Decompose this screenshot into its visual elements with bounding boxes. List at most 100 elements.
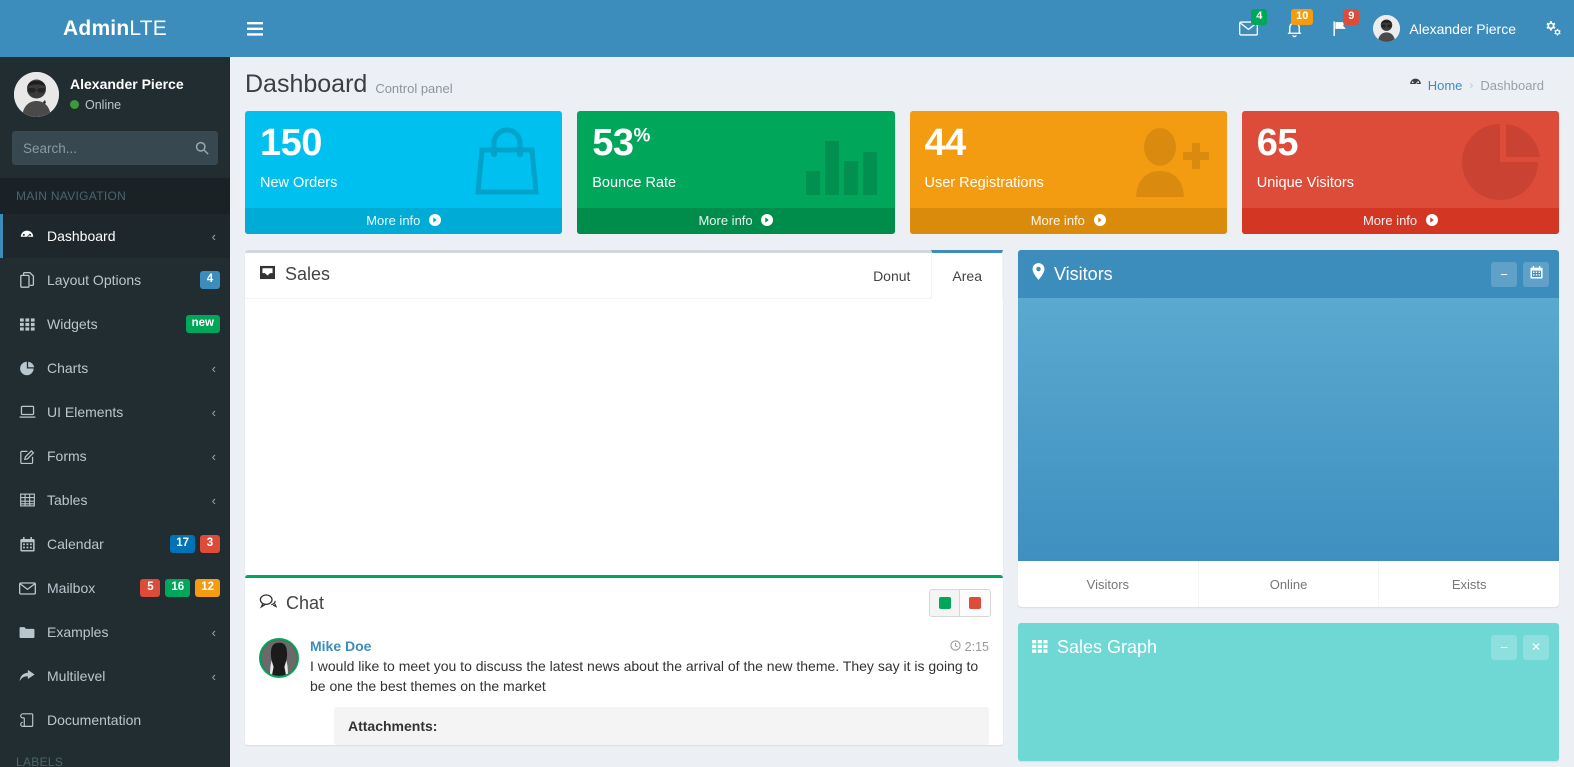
collapse-button[interactable]: −	[1491, 634, 1517, 660]
sidebar-item-widgets[interactable]: Widgets new	[0, 302, 230, 346]
sidebar-search	[0, 131, 230, 178]
close-button[interactable]: ✕	[1523, 634, 1549, 660]
small-box-label: User Registrations	[924, 175, 1044, 191]
sidebar-user-info: Alexander Pierce Online	[70, 75, 184, 114]
search-icon[interactable]	[186, 131, 218, 165]
small-box-more-info-link[interactable]: More info	[577, 208, 895, 234]
sidebar-item-charts[interactable]: Charts ‹	[0, 346, 230, 390]
visitors-panel-tools: −	[1485, 261, 1549, 287]
copy-icon	[17, 272, 37, 288]
edit-icon	[17, 449, 37, 464]
gears-icon[interactable]	[1530, 0, 1574, 57]
sidebar-item-calendar[interactable]: Calendar 17 3	[0, 522, 230, 566]
arrow-circle-right-icon	[1093, 213, 1106, 228]
badge: 5	[140, 579, 161, 597]
small-box-new-orders: 150 New Orders More info	[245, 111, 563, 234]
avatar	[14, 71, 59, 117]
sidebar-item-examples[interactable]: Examples ‹	[0, 610, 230, 654]
badge: 12	[195, 579, 220, 597]
chevron-left-icon: ‹	[211, 228, 216, 244]
breadcrumb-home[interactable]: Home	[1409, 77, 1462, 93]
dashboard-icon	[1409, 77, 1422, 93]
sales-graph-panel-header: Sales Graph − ✕	[1018, 623, 1559, 671]
envelope-icon[interactable]: 4	[1225, 0, 1271, 57]
sidebar-item-label: UI Elements	[47, 404, 124, 420]
sidebar-item-mailbox[interactable]: Mailbox 5 16 12	[0, 566, 230, 610]
minus-icon: −	[1500, 266, 1508, 282]
pie-chart-icon	[17, 361, 37, 376]
small-box-more-info-link[interactable]: More info	[1241, 208, 1559, 234]
small-box-label: Bounce Rate	[592, 175, 677, 191]
small-box-more-info-link[interactable]: More info	[245, 208, 563, 234]
collapse-button[interactable]: −	[1491, 261, 1517, 287]
visitors-panel-header: Visitors −	[1018, 250, 1559, 298]
sidebar: Admin LTE Alexander Pierce Online Search…	[0, 0, 230, 767]
sales-panel-chart-body	[245, 299, 1003, 575]
sidebar-item-tables[interactable]: Tables ‹	[0, 478, 230, 522]
laptop-icon	[17, 405, 37, 419]
tab-donut[interactable]: Donut	[852, 250, 931, 298]
calendar-icon	[1529, 266, 1543, 282]
sidebar-item-label: Mailbox	[47, 580, 96, 596]
flag-icon[interactable]: 9	[1317, 0, 1363, 57]
status-red-button[interactable]	[960, 590, 990, 616]
right-column: Visitors − Visitors Online Exists Sales …	[1018, 250, 1559, 761]
brand-logo-bold: Admin	[63, 16, 130, 40]
folder-icon	[17, 626, 37, 639]
visitors-map[interactable]	[1018, 298, 1559, 561]
sidebar-item-label: Documentation	[47, 712, 142, 728]
brand-logo[interactable]: Admin LTE	[0, 0, 230, 57]
sidebar-user-status-label: Online	[85, 97, 122, 112]
chevron-left-icon: ‹	[211, 448, 216, 464]
share-icon	[17, 669, 37, 683]
small-box-label: New Orders	[260, 175, 338, 191]
badge: 3	[200, 535, 220, 553]
bell-icon[interactable]: 10	[1271, 0, 1317, 57]
sidebar-labels-header: LABELS	[0, 742, 230, 767]
page-title: Dashboard	[245, 70, 368, 98]
table-icon	[17, 493, 37, 507]
content-area: Dashboard Control panel Home › Dashboard	[230, 57, 1574, 767]
sidebar-item-dashboard[interactable]: Dashboard ‹	[0, 214, 230, 258]
small-box-unique-visitors: 65 Unique Visitors More info	[1241, 111, 1559, 234]
sidebar-item-badges: 5 16 12	[140, 579, 220, 597]
navbar-user-name: Alexander Pierce	[1409, 20, 1516, 37]
chat-author[interactable]: Mike Doe	[310, 638, 371, 654]
tab-area[interactable]: Area	[931, 250, 1003, 299]
visitors-footer: Visitors Online Exists	[1018, 561, 1559, 607]
navbar-user-menu[interactable]: Alexander Pierce	[1363, 0, 1530, 57]
small-box-more-info-link[interactable]: More info	[909, 208, 1227, 234]
sidebar-item-label: Dashboard	[47, 228, 116, 244]
chat-time: 2:15	[950, 640, 989, 654]
sidebar-nav-header: MAIN NAVIGATION	[0, 178, 230, 214]
sidebar-item-label: Charts	[47, 360, 89, 376]
page-subtitle: Control panel	[375, 81, 453, 96]
sales-graph-panel-tools: − ✕	[1485, 634, 1549, 660]
badge: new	[185, 315, 220, 333]
sidebar-item-multilevel[interactable]: Multilevel ‹	[0, 654, 230, 698]
panels-row: Sales Donut Area Chat Mike Doe 2:15 I wo…	[245, 250, 1559, 761]
sidebar-item-ui-elements[interactable]: UI Elements ‹	[0, 390, 230, 434]
sidebar-item-label: Multilevel	[47, 668, 106, 684]
sidebar-item-documentation[interactable]: Documentation	[0, 698, 230, 742]
status-green-button[interactable]	[930, 590, 960, 616]
sidebar-item-layout-options[interactable]: Layout Options 4	[0, 258, 230, 302]
visitors-stat-online: Online	[1199, 561, 1380, 607]
inbox-icon	[259, 264, 276, 285]
chat-message: Mike Doe 2:15 I would like to meet you t…	[259, 632, 989, 746]
online-status-dot	[70, 100, 79, 110]
sales-panel-title-text: Sales	[285, 263, 331, 284]
visitors-panel-title-text: Visitors	[1054, 263, 1113, 284]
hamburger-icon[interactable]	[230, 0, 272, 57]
navbar-right: 4 10 9 Alexander Pierce	[1225, 0, 1574, 57]
small-box-bounce-rate: 53% Bounce Rate More info	[577, 111, 895, 234]
sidebar-item-label: Widgets	[47, 316, 98, 332]
brand-logo-light: LTE	[129, 16, 167, 40]
sidebar-item-forms[interactable]: Forms ‹	[0, 434, 230, 478]
chevron-left-icon: ‹	[211, 624, 216, 640]
small-box-number: 65	[1256, 122, 1299, 164]
chat-time-text: 2:15	[964, 640, 989, 654]
small-box-label: Unique Visitors	[1256, 175, 1355, 191]
calendar-button[interactable]	[1523, 261, 1549, 287]
arrow-circle-right-icon	[429, 213, 442, 228]
